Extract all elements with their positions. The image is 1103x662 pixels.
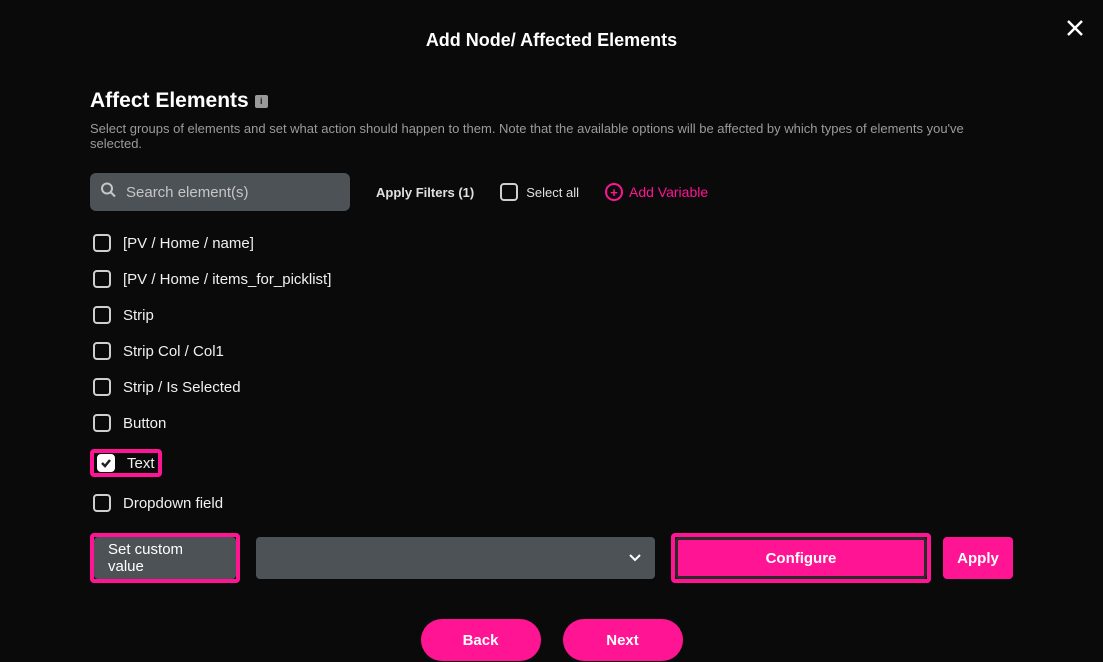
chevron-down-icon <box>629 551 641 565</box>
close-icon[interactable] <box>1065 18 1085 43</box>
checkbox-icon <box>500 183 518 201</box>
checkbox-icon <box>93 234 111 252</box>
list-item-label: Strip Col / Col1 <box>123 343 224 360</box>
modal-add-node: Add Node/ Affected Elements Affect Eleme… <box>0 0 1103 662</box>
checkbox-icon <box>97 454 115 472</box>
checkbox-icon <box>93 414 111 432</box>
checkbox-icon <box>93 306 111 324</box>
search-input[interactable] <box>90 173 350 211</box>
list-item[interactable]: Text <box>90 449 162 477</box>
section-title-text: Affect Elements <box>90 89 249 113</box>
select-all-label: Select all <box>526 185 579 200</box>
configure-button[interactable]: Configure <box>675 537 927 579</box>
nav-row: Back Next <box>90 619 1013 661</box>
list-item-label: [PV / Home / items_for_picklist] <box>123 271 331 288</box>
info-icon[interactable]: i <box>255 95 268 108</box>
checkbox-icon <box>93 342 111 360</box>
list-item[interactable]: [PV / Home / name] <box>90 233 1013 253</box>
section-desc: Select groups of elements and set what a… <box>90 121 1013 151</box>
select-all-checkbox[interactable]: Select all <box>500 183 579 201</box>
apply-filters-link[interactable]: Apply Filters (1) <box>376 185 474 200</box>
checkbox-icon <box>93 270 111 288</box>
list-item-label: Strip / Is Selected <box>123 379 241 396</box>
list-item[interactable]: Strip Col / Col1 <box>90 341 1013 361</box>
list-item-label: Text <box>127 455 155 472</box>
filter-row: Apply Filters (1) Select all + Add Varia… <box>90 173 1013 211</box>
action-select-value: Set custom value <box>108 541 222 575</box>
list-item[interactable]: Strip <box>90 305 1013 325</box>
apply-button[interactable]: Apply <box>943 537 1013 579</box>
modal-title: Add Node/ Affected Elements <box>90 30 1013 51</box>
list-item-label: [PV / Home / name] <box>123 235 254 252</box>
action-row: Set custom value Configure Apply <box>90 533 1013 583</box>
next-button[interactable]: Next <box>563 619 683 661</box>
element-list: [PV / Home / name] [PV / Home / items_for… <box>90 233 1013 513</box>
list-item[interactable]: Button <box>90 413 1013 433</box>
search-icon <box>100 182 116 203</box>
add-variable-button[interactable]: + Add Variable <box>605 183 708 201</box>
section-title: Affect Elements i <box>90 89 1013 113</box>
list-item-label: Button <box>123 415 166 432</box>
action-select-extra[interactable] <box>252 533 659 583</box>
action-select[interactable]: Set custom value <box>90 533 240 583</box>
search-wrap <box>90 173 350 211</box>
configure-button-wrap: Configure <box>671 533 931 583</box>
list-item-label: Strip <box>123 307 154 324</box>
list-item[interactable]: Strip / Is Selected <box>90 377 1013 397</box>
checkbox-icon <box>93 494 111 512</box>
plus-circle-icon: + <box>605 183 623 201</box>
add-variable-label: Add Variable <box>629 184 708 200</box>
back-button[interactable]: Back <box>421 619 541 661</box>
list-item[interactable]: Dropdown field <box>90 493 1013 513</box>
checkbox-icon <box>93 378 111 396</box>
list-item-label: Dropdown field <box>123 495 223 512</box>
list-item[interactable]: [PV / Home / items_for_picklist] <box>90 269 1013 289</box>
